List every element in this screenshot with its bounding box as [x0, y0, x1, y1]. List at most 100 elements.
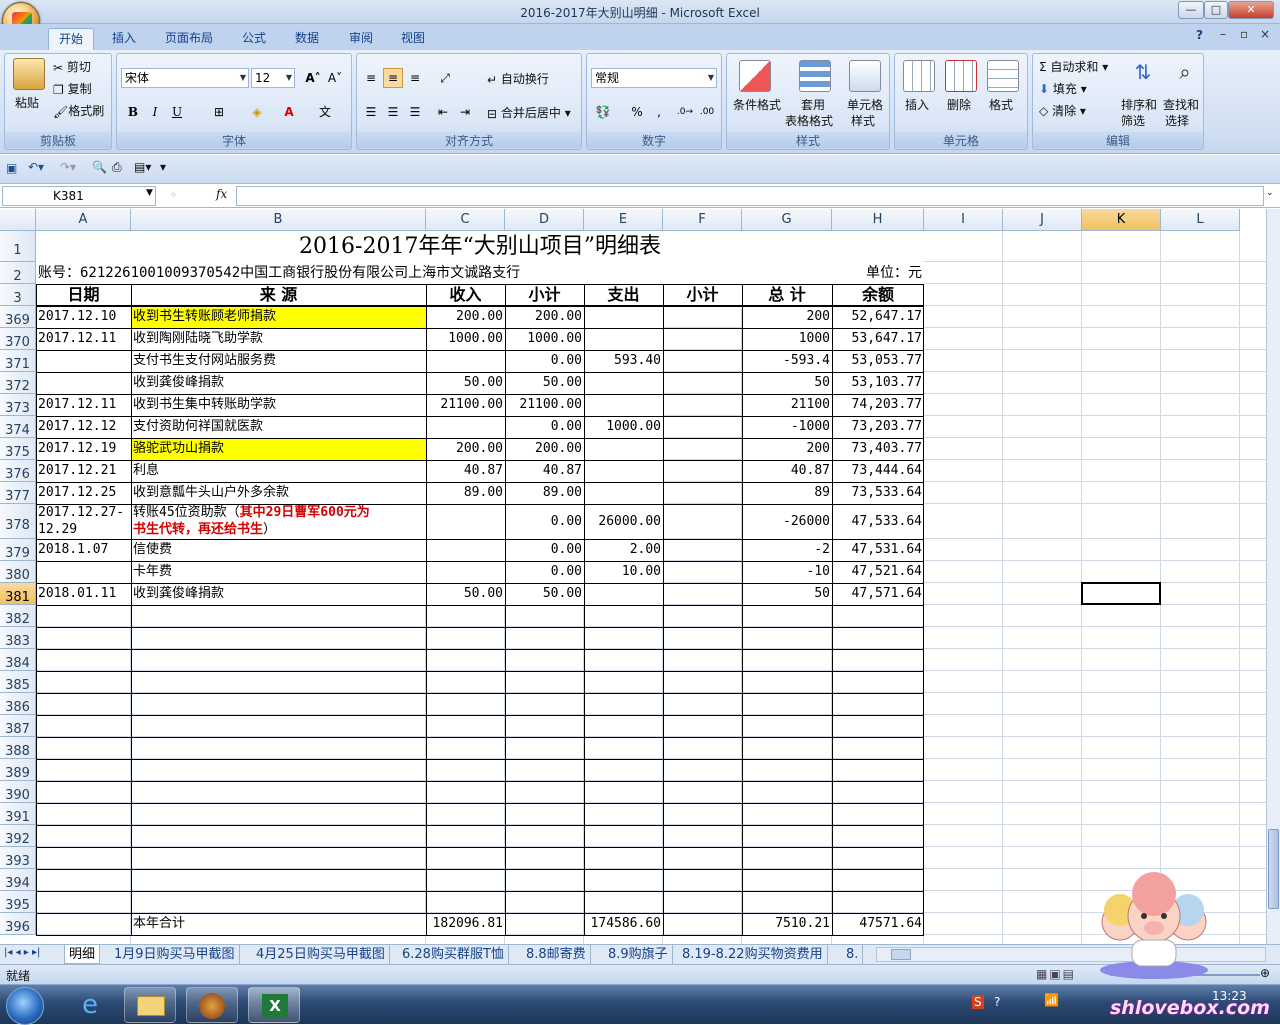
- undo-icon[interactable]: ↶▾: [28, 160, 44, 174]
- row-header-387[interactable]: 387: [0, 715, 36, 737]
- cut-button[interactable]: ✂ 剪切: [53, 58, 91, 75]
- tab-page-layout[interactable]: 页面布局: [158, 28, 220, 50]
- internet-explorer-icon[interactable]: e: [64, 987, 116, 1023]
- row-header-388[interactable]: 388: [0, 737, 36, 759]
- increase-decimal-icon[interactable]: .0→: [675, 102, 695, 122]
- print-preview-icon[interactable]: 🔍: [92, 160, 107, 174]
- spreadsheet-grid[interactable]: A B C D E F G H I J K L 1 2 3 369 370 371 372 373 374 375 376 3…: [0, 209, 1266, 944]
- decrease-indent-icon[interactable]: ⇤: [433, 102, 453, 122]
- autosum-button[interactable]: Σ 自动求和 ▾: [1039, 58, 1108, 75]
- scroll-thumb[interactable]: [1268, 829, 1279, 909]
- expand-formula-icon[interactable]: ⌄: [1266, 188, 1274, 198]
- percent-button[interactable]: %: [627, 102, 647, 122]
- zoom-in-icon[interactable]: ⊕: [1260, 966, 1270, 980]
- row-header-379[interactable]: 379: [0, 539, 36, 561]
- copy-button[interactable]: ❐ 复制: [53, 80, 92, 97]
- column-header-d[interactable]: D: [505, 209, 584, 231]
- sheet-tab[interactable]: 明细: [64, 945, 101, 964]
- row-header-371[interactable]: 371: [0, 350, 36, 372]
- insert-cells-button[interactable]: 插入: [905, 96, 929, 113]
- fill-color-icon[interactable]: ◈: [247, 102, 267, 122]
- column-header-h[interactable]: H: [832, 209, 924, 231]
- clear-button[interactable]: ◇ 清除 ▾: [1039, 102, 1086, 119]
- tab-view[interactable]: 视图: [392, 28, 434, 50]
- sheet-tab[interactable]: 8.19-8.22购买物资费用: [678, 945, 828, 964]
- row-header-391[interactable]: 391: [0, 803, 36, 825]
- tab-home[interactable]: 开始: [48, 28, 94, 50]
- row-header-390[interactable]: 390: [0, 781, 36, 803]
- tab-formulas[interactable]: 公式: [232, 28, 276, 50]
- find-select-button[interactable]: 查找和: [1163, 96, 1199, 113]
- column-header-g[interactable]: G: [742, 209, 832, 231]
- merge-center-button[interactable]: ⊟ 合并后居中 ▾: [487, 104, 571, 121]
- tab-review[interactable]: 审阅: [340, 28, 382, 50]
- maximize-button[interactable]: □: [1204, 1, 1228, 19]
- sort-filter-button[interactable]: 排序和: [1121, 96, 1157, 113]
- insert-function-button[interactable]: fx: [216, 187, 227, 201]
- column-header-j[interactable]: J: [1003, 209, 1082, 231]
- column-header-k[interactable]: K: [1082, 209, 1161, 231]
- align-center-icon[interactable]: ☰: [383, 102, 403, 122]
- grow-font-button[interactable]: A˄: [303, 68, 323, 88]
- conditional-format-button[interactable]: 条件格式: [733, 96, 781, 113]
- number-format-combo[interactable]: 常规 ▼: [591, 68, 717, 88]
- column-header-f[interactable]: F: [663, 209, 742, 231]
- row-header-396[interactable]: 396: [0, 913, 36, 935]
- bold-button[interactable]: B: [123, 102, 143, 122]
- fill-button[interactable]: ⬇ 填充 ▾: [1039, 80, 1087, 97]
- name-box[interactable]: K381: [2, 186, 156, 206]
- row-header-393[interactable]: 393: [0, 847, 36, 869]
- redo-icon[interactable]: ↷▾: [60, 160, 76, 174]
- select-all-corner[interactable]: [0, 209, 36, 231]
- column-header-l[interactable]: L: [1161, 209, 1240, 231]
- align-bottom-icon[interactable]: ≡: [405, 68, 425, 88]
- format-cells-button[interactable]: 格式: [989, 96, 1013, 113]
- row-header-389[interactable]: 389: [0, 759, 36, 781]
- print-icon[interactable]: ⎙: [112, 160, 122, 175]
- column-header-c[interactable]: C: [426, 209, 505, 231]
- column-header-b[interactable]: B: [131, 209, 426, 231]
- chevron-down-icon[interactable]: ▼: [146, 188, 153, 198]
- paste-button[interactable]: 粘贴: [15, 94, 39, 111]
- row-header-377[interactable]: 377: [0, 482, 36, 504]
- row-header-378[interactable]: 378: [0, 504, 36, 539]
- ribbon-minimize-icon[interactable]: –: [1220, 27, 1226, 41]
- font-size-combo[interactable]: 12 ▼: [251, 68, 295, 88]
- align-middle-icon[interactable]: ≡: [383, 68, 403, 88]
- explorer-taskbar-button[interactable]: [124, 987, 176, 1023]
- format-as-table-button[interactable]: 套用: [801, 96, 825, 113]
- row-header-392[interactable]: 392: [0, 825, 36, 847]
- cell-styles-button[interactable]: 单元格: [847, 96, 883, 113]
- sheet-tab[interactable]: 8.9购旗子: [604, 945, 673, 964]
- row-header-382[interactable]: 382: [0, 605, 36, 627]
- tab-insert[interactable]: 插入: [104, 28, 144, 50]
- ribbon-restore-icon[interactable]: ▫: [1240, 27, 1248, 41]
- row-header-381[interactable]: 381: [0, 583, 36, 605]
- sheet-tab[interactable]: 8.: [842, 945, 864, 964]
- column-header-i[interactable]: I: [924, 209, 1003, 231]
- row-header-385[interactable]: 385: [0, 671, 36, 693]
- format-painter-button[interactable]: 🖌格式刷: [53, 102, 104, 119]
- align-left-icon[interactable]: ☰: [361, 102, 381, 122]
- row-header-3[interactable]: 3: [0, 284, 36, 306]
- comma-button[interactable]: ,: [649, 102, 669, 122]
- view-mode-icons[interactable]: ▦▣▤: [1036, 967, 1076, 981]
- vertical-scrollbar[interactable]: [1266, 209, 1280, 944]
- row-header-380[interactable]: 380: [0, 561, 36, 583]
- row-header-384[interactable]: 384: [0, 649, 36, 671]
- row-header-2[interactable]: 2: [0, 262, 36, 284]
- increase-indent-icon[interactable]: ⇥: [455, 102, 475, 122]
- row-header-376[interactable]: 376: [0, 460, 36, 482]
- align-right-icon[interactable]: ☰: [405, 102, 425, 122]
- row-header-374[interactable]: 374: [0, 416, 36, 438]
- tab-data[interactable]: 数据: [286, 28, 328, 50]
- ribbon-close-icon[interactable]: ×: [1260, 27, 1270, 41]
- sheet-tab[interactable]: 8.8邮寄费: [522, 945, 591, 964]
- orientation-icon[interactable]: ⤢: [435, 68, 455, 88]
- media-taskbar-button[interactable]: [186, 987, 238, 1023]
- selected-cell-k381[interactable]: [1081, 582, 1161, 605]
- row-header-1[interactable]: 1: [0, 231, 36, 262]
- close-button[interactable]: ✕: [1228, 1, 1274, 19]
- sheet-nav-icons[interactable]: |◂ ◂ ▸ ▸|: [4, 947, 40, 958]
- minimize-button[interactable]: —: [1178, 1, 1204, 19]
